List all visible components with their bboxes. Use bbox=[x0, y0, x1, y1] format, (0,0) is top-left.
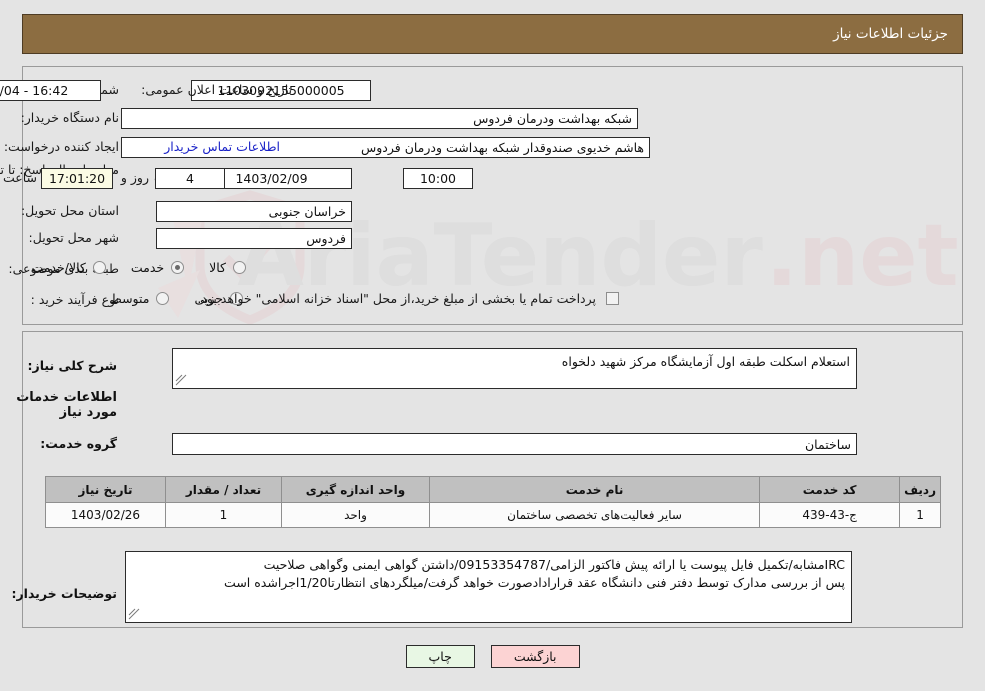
cell-quantity: 1 bbox=[165, 502, 282, 528]
requester-label: ایجاد کننده درخواست: bbox=[3, 139, 119, 154]
remaining-days-value: 4 bbox=[155, 168, 225, 189]
province-label: استان محل تحویل: bbox=[20, 203, 119, 218]
category-option-kala[interactable]: کالا bbox=[206, 260, 250, 275]
table-header-row: ردیف کد خدمت نام خدمت واحد اندازه گیری ت… bbox=[45, 476, 941, 503]
need-info-panel bbox=[22, 66, 963, 325]
services-section-title: اطلاعات خدمات مورد نیاز bbox=[16, 390, 117, 420]
service-group-label: گروه خدمت: bbox=[40, 436, 117, 451]
buyer-org-label: نام دستگاه خریدار: bbox=[20, 110, 119, 125]
page-title: جزئیات اطلاعات نیاز bbox=[833, 26, 948, 42]
buyer-notes-line1: IRCمشابه/تکمیل فایل پیوست یا ارائه پیش ف… bbox=[263, 557, 845, 572]
description-label: شرح کلی نیاز: bbox=[27, 358, 117, 373]
deadline-time-value: 10:00 bbox=[403, 168, 473, 189]
back-button[interactable]: بازگشت bbox=[490, 645, 580, 668]
treasury-checkbox-row[interactable]: پرداخت تمام یا بخشی از مبلغ خرید،از محل … bbox=[197, 291, 623, 307]
radio-icon[interactable] bbox=[92, 261, 106, 274]
services-table: ردیف کد خدمت نام خدمت واحد اندازه گیری ت… bbox=[45, 476, 941, 528]
services-table-wrap: ردیف کد خدمت نام خدمت واحد اندازه گیری ت… bbox=[45, 476, 941, 528]
public-announce-label: تاریخ و ساعت اعلان عمومی: bbox=[141, 82, 292, 97]
public-announce-value: 16:42 - 1403/02/04 bbox=[0, 80, 101, 101]
cell-row: 1 bbox=[899, 502, 941, 528]
th-quantity: تعداد / مقدار bbox=[165, 476, 282, 503]
cell-service-name: سایر فعالیت‌های تخصصی ساختمان bbox=[428, 502, 761, 528]
city-label: شهر محل تحویل: bbox=[28, 230, 119, 245]
resize-grip-icon[interactable] bbox=[175, 374, 187, 386]
buyer-notes-line2: پس از بررسی مدارک توسط دفتر فنی دانشگاه … bbox=[224, 575, 845, 591]
resize-grip-icon[interactable] bbox=[128, 608, 140, 620]
buyer-notes-label: توضیحات خریدار: bbox=[11, 586, 117, 601]
description-textarea[interactable]: استعلام اسکلت طبقه اول آزمایشگاه مرکز شه… bbox=[172, 348, 857, 389]
page-header: جزئیات اطلاعات نیاز bbox=[22, 14, 963, 54]
footer-actions: بازگشت چاپ bbox=[0, 645, 985, 668]
category-option-kala-khedmat[interactable]: کالا/خدمت bbox=[28, 260, 109, 275]
remaining-suffix-label: ساعت باقی مانده bbox=[0, 170, 37, 185]
th-unit: واحد اندازه گیری bbox=[281, 476, 430, 503]
province-value: خراسان جنوبی bbox=[156, 201, 352, 222]
table-row: 1 ج-43-439 سایر فعالیت‌های تخصصی ساختمان… bbox=[45, 502, 941, 528]
process-option-motevaset[interactable]: متوسط bbox=[107, 291, 173, 306]
description-value: استعلام اسکلت طبقه اول آزمایشگاه مرکز شه… bbox=[561, 354, 850, 369]
buyer-notes-textarea[interactable]: IRCمشابه/تکمیل فایل پیوست یا ارائه پیش ف… bbox=[125, 551, 852, 623]
treasury-checkbox-label: پرداخت تمام یا بخشی از مبلغ خرید،از محل … bbox=[197, 291, 596, 306]
radio-icon[interactable] bbox=[171, 261, 185, 274]
cell-need-date: 1403/02/26 bbox=[45, 502, 166, 528]
buyer-org-value: شبکه بهداشت ودرمان فردوس bbox=[121, 108, 638, 129]
checkbox-icon[interactable] bbox=[606, 292, 619, 306]
radio-icon[interactable] bbox=[156, 292, 170, 305]
th-need-date: تاریخ نیاز bbox=[45, 476, 166, 503]
remaining-time-value: 17:01:20 bbox=[41, 168, 113, 189]
page-root: AriaTender .net جزئیات اطلاعات نیاز شمار… bbox=[0, 0, 985, 691]
th-row: ردیف bbox=[899, 476, 941, 503]
days-and-label: روز و bbox=[120, 170, 149, 185]
th-service-code: کد خدمت bbox=[759, 476, 901, 503]
category-radio-group: کالا خدمت کالا/خدمت bbox=[10, 260, 250, 275]
print-button[interactable]: چاپ bbox=[405, 645, 475, 668]
cell-unit: واحد bbox=[281, 502, 430, 528]
cell-service-code: ج-43-439 bbox=[759, 502, 901, 528]
th-service-name: نام خدمت bbox=[428, 476, 761, 503]
service-group-value[interactable]: ساختمان bbox=[172, 433, 857, 455]
buyer-contact-link[interactable]: اطلاعات تماس خریدار bbox=[164, 139, 280, 154]
category-option-khedmat[interactable]: خدمت bbox=[128, 260, 188, 275]
radio-icon[interactable] bbox=[233, 261, 246, 274]
city-value: فردوس bbox=[156, 228, 352, 249]
